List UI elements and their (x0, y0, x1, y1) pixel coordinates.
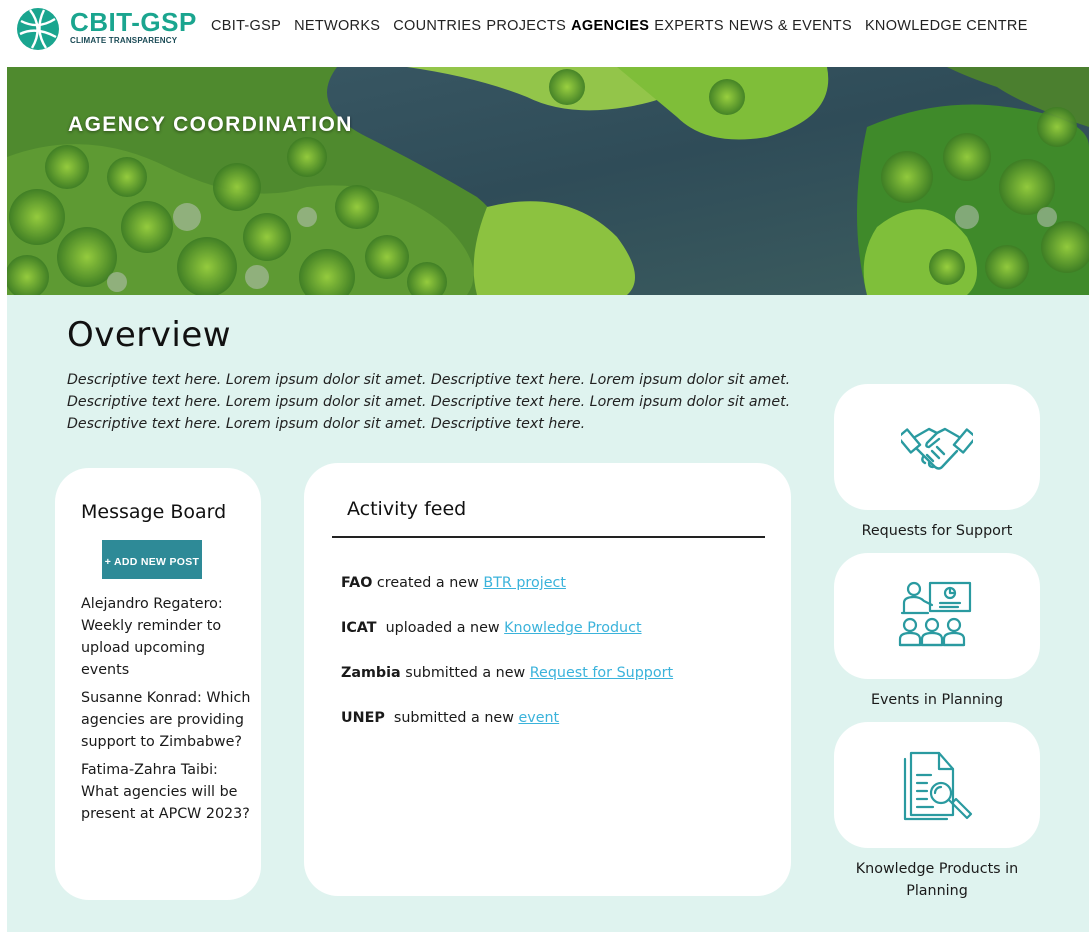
nav-item-cbit-gsp[interactable]: CBIT-GSP (211, 18, 281, 34)
nav-item-networks[interactable]: NETWORKS (294, 18, 380, 34)
content-area: Overview Descriptive text here. Lorem ip… (7, 295, 1089, 932)
activity-feed-card: Activity feed FAO created a new BTR proj… (304, 463, 791, 896)
message-item[interactable]: Alejandro Regatero: Weekly reminder to u… (81, 593, 251, 681)
message-board-card: Message Board + ADD NEW POST Alejandro R… (55, 468, 261, 900)
activity-link[interactable]: event (518, 710, 559, 726)
activity-item: UNEP submitted a new event (341, 708, 673, 728)
message-list: Alejandro Regatero: Weekly reminder to u… (81, 593, 251, 831)
nav-item-experts[interactable]: EXPERTS (654, 18, 724, 34)
main-nav: CBIT-GSP NETWORKS COUNTRIES PROJECTS AGE… (211, 18, 1041, 34)
activity-actor: UNEP (341, 710, 385, 726)
events-in-planning-card[interactable] (834, 553, 1040, 679)
activity-link[interactable]: BTR project (483, 575, 566, 591)
message-item[interactable]: Fatima-Zahra Taibi: What agencies will b… (81, 759, 251, 825)
activity-actor: FAO (341, 575, 373, 591)
nav-item-news-events[interactable]: NEWS & EVENTS (729, 18, 852, 34)
add-new-post-button[interactable]: + ADD NEW POST (102, 540, 202, 579)
hero-title: AGENCY COORDINATION (68, 113, 353, 136)
message-board-title: Message Board (81, 501, 227, 523)
activity-action: created a new (372, 575, 484, 591)
overview-description: Descriptive text here. Lorem ipsum dolor… (67, 372, 791, 432)
activity-feed-title: Activity feed (347, 498, 467, 520)
activity-feed-list: FAO created a new BTR project ICAT uploa… (341, 573, 673, 753)
activity-feed-divider (332, 536, 765, 538)
activity-actor: ICAT (341, 620, 377, 636)
nav-item-knowledge-centre[interactable]: KNOWLEDGE CENTRE (865, 18, 1028, 34)
activity-action: submitted a new (384, 710, 519, 726)
hero-aerial-image (7, 67, 1089, 295)
hero-banner: AGENCY COORDINATION (7, 67, 1089, 295)
requests-for-support-label: Requests for Support (861, 523, 1013, 539)
activity-action: uploaded a new (376, 620, 505, 636)
document-search-icon (903, 751, 973, 821)
knowledge-products-card[interactable] (834, 722, 1040, 848)
activity-actor: Zambia (341, 665, 401, 681)
presentation-meeting-icon (898, 581, 972, 647)
logo-tagline: CLIMATE TRANSPARENCY (70, 36, 178, 45)
nav-item-countries[interactable]: COUNTRIES (393, 18, 481, 34)
activity-item: ICAT uploaded a new Knowledge Product (341, 618, 673, 638)
activity-link[interactable]: Knowledge Product (504, 620, 641, 636)
globe-logo-icon (17, 8, 59, 50)
activity-link[interactable]: Request for Support (530, 665, 673, 681)
knowledge-products-label: Knowledge Products in Planning (855, 861, 1019, 899)
site-header: CBIT-GSP CLIMATE TRANSPARENCY CBIT-GSP N… (0, 0, 1089, 62)
nav-item-projects[interactable]: PROJECTS (486, 18, 566, 34)
logo-title: CBIT-GSP (70, 7, 197, 37)
activity-action: submitted a new (400, 665, 530, 681)
message-item[interactable]: Susanne Konrad: Which agencies are provi… (81, 687, 251, 753)
activity-item: Zambia submitted a new Request for Suppo… (341, 663, 673, 683)
activity-item: FAO created a new BTR project (341, 573, 673, 593)
nav-item-agencies[interactable]: AGENCIES (571, 18, 649, 34)
handshake-icon (901, 427, 973, 470)
site-logo[interactable]: CBIT-GSP CLIMATE TRANSPARENCY (16, 5, 206, 55)
events-in-planning-label: Events in Planning (870, 692, 1004, 708)
requests-for-support-card[interactable] (834, 384, 1040, 510)
overview-title: Overview (67, 315, 232, 355)
